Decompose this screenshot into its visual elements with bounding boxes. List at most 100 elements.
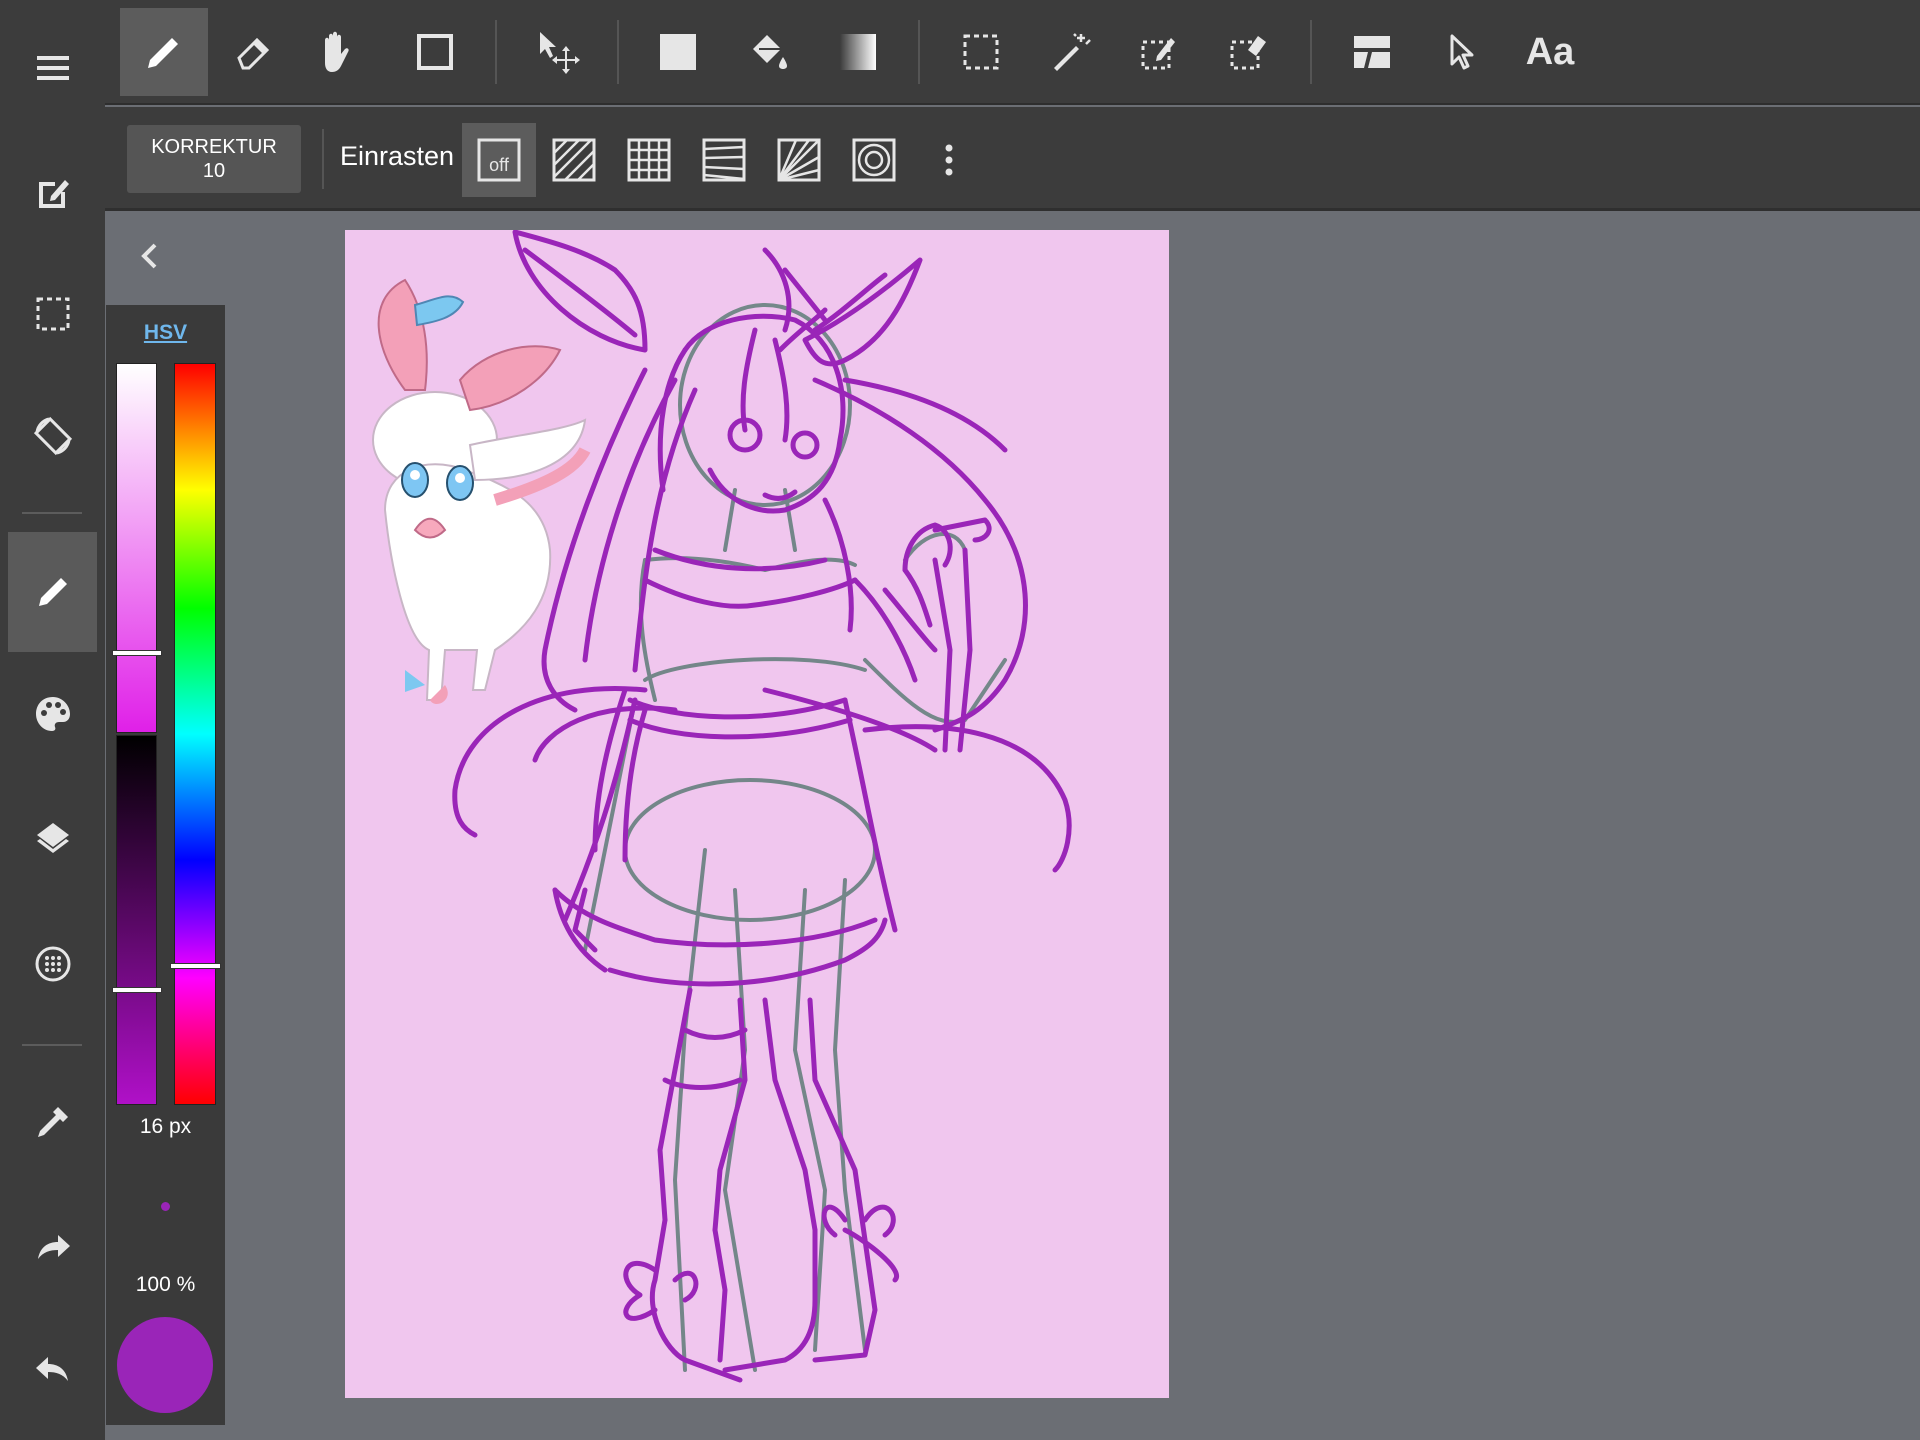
circle-snap-icon [852,138,896,182]
hue-bar[interactable] [174,363,216,1105]
radial-snap-icon [777,138,821,182]
select-pen-tool-button[interactable] [1115,8,1203,96]
toolbar-divider [495,20,497,84]
current-color-swatch[interactable] [117,1317,213,1413]
brush-size-preview [161,1202,170,1211]
paint-bucket-icon [753,35,787,69]
redo-icon [37,1235,70,1259]
snap-label: Einrasten [340,141,455,171]
menu-icon [36,56,69,80]
eyedropper-button[interactable] [8,1062,97,1182]
reference-creature [372,278,591,705]
toolbar-divider [918,20,920,84]
parallel-snap-icon [552,138,596,182]
select-rect-tool-button[interactable] [937,8,1025,96]
magic-wand-tool-button[interactable] [1026,8,1114,96]
color-panel: HSV 16 px 100 % [106,305,225,1425]
edit-icon [38,180,69,208]
tool-options-bar: KORREKTUR 10 Einrasten off [105,107,1920,211]
snap-off-button[interactable]: off [462,123,536,197]
select-eraser-icon [1230,36,1266,70]
value-slider-thumb[interactable] [112,987,162,993]
square-outline-icon [417,34,453,70]
selection-rect-icon [963,34,999,70]
redo-button[interactable] [8,1188,97,1308]
pencil-icon [148,38,178,68]
move-arrows-icon [540,32,580,74]
value-bar[interactable] [116,735,157,1105]
layers-icon [36,823,69,853]
correction-label: KORREKTUR [151,136,277,158]
bucket-tool-button[interactable] [724,8,812,96]
color-mode-toggle[interactable]: HSV [106,321,225,345]
artwork-sketch [372,230,1072,1383]
drawing-canvas[interactable] [345,230,1169,1398]
more-vertical-icon [945,144,953,176]
collapse-panel-button[interactable] [132,238,168,274]
selection-button[interactable] [8,254,97,374]
grid-snap-icon [627,138,671,182]
correction-value: 10 [202,160,226,182]
hand-tool-button[interactable] [293,8,381,96]
snap-off-icon: off [477,138,521,182]
main-toolbar: Aa [105,0,1920,105]
eraser-icon [237,37,270,70]
opacity-label[interactable]: 100 % [106,1273,225,1297]
left-sidebar [0,0,105,1440]
eraser-tool-button[interactable] [209,8,297,96]
chevron-left-icon [141,243,157,269]
more-options-button[interactable] [912,123,986,197]
pen-tool-button[interactable] [120,8,208,96]
brush-icon [38,578,67,606]
undo-button[interactable] [8,1310,97,1430]
saturation-slider-thumb[interactable] [112,650,162,656]
correction-button[interactable]: KORREKTUR 10 [127,125,301,193]
rotate-button[interactable] [8,376,97,496]
material-icon [35,946,70,982]
gradient-icon [840,34,876,70]
snap-parallel-button[interactable] [537,123,611,197]
snap-grid-button[interactable] [612,123,686,197]
snap-circle-button[interactable] [837,123,911,197]
perspective-snap-icon [702,138,746,182]
toolbar-divider [617,20,619,84]
brush-size-label[interactable]: 16 px [106,1115,225,1139]
magic-wand-icon [1054,33,1091,71]
hue-slider-thumb[interactable] [170,963,221,969]
snap-perspective-button[interactable] [687,123,761,197]
toolbar-divider [322,129,324,189]
select-eraser-tool-button[interactable] [1204,8,1292,96]
saturation-bar[interactable] [116,363,157,733]
operation-tool-button[interactable] [1418,8,1506,96]
undo-icon [35,1357,68,1381]
layers-button[interactable] [8,778,97,898]
filled-square-icon [660,34,696,70]
eyedropper-icon [37,1107,68,1137]
menu-button[interactable] [8,8,97,128]
brush-button[interactable] [8,532,97,652]
select-pen-icon [1141,38,1175,70]
fill-rect-tool-button[interactable] [634,8,722,96]
gradient-tool-button[interactable] [814,8,902,96]
snap-off-label: off [489,155,510,175]
sidebar-divider [22,512,82,514]
pointer-icon [1450,34,1474,70]
sidebar-divider [22,1044,82,1046]
shape-tool-button[interactable] [391,8,479,96]
character-linework [452,230,1072,1383]
frame-divider-icon [1354,36,1390,68]
move-tool-button[interactable] [514,8,602,96]
palette-icon [35,697,70,731]
material-button[interactable] [8,904,97,1024]
hand-icon [325,31,349,72]
toolbar-divider [1310,20,1312,84]
frame-divider-tool-button[interactable] [1328,8,1416,96]
rotate-icon [33,416,72,456]
construction-sketch [583,303,1007,1372]
text-tool-label: Aa [1525,30,1575,73]
selection-icon [36,297,69,331]
edit-button[interactable] [8,132,97,252]
palette-button[interactable] [8,654,97,774]
text-tool-button[interactable]: Aa [1506,8,1594,96]
snap-radial-button[interactable] [762,123,836,197]
